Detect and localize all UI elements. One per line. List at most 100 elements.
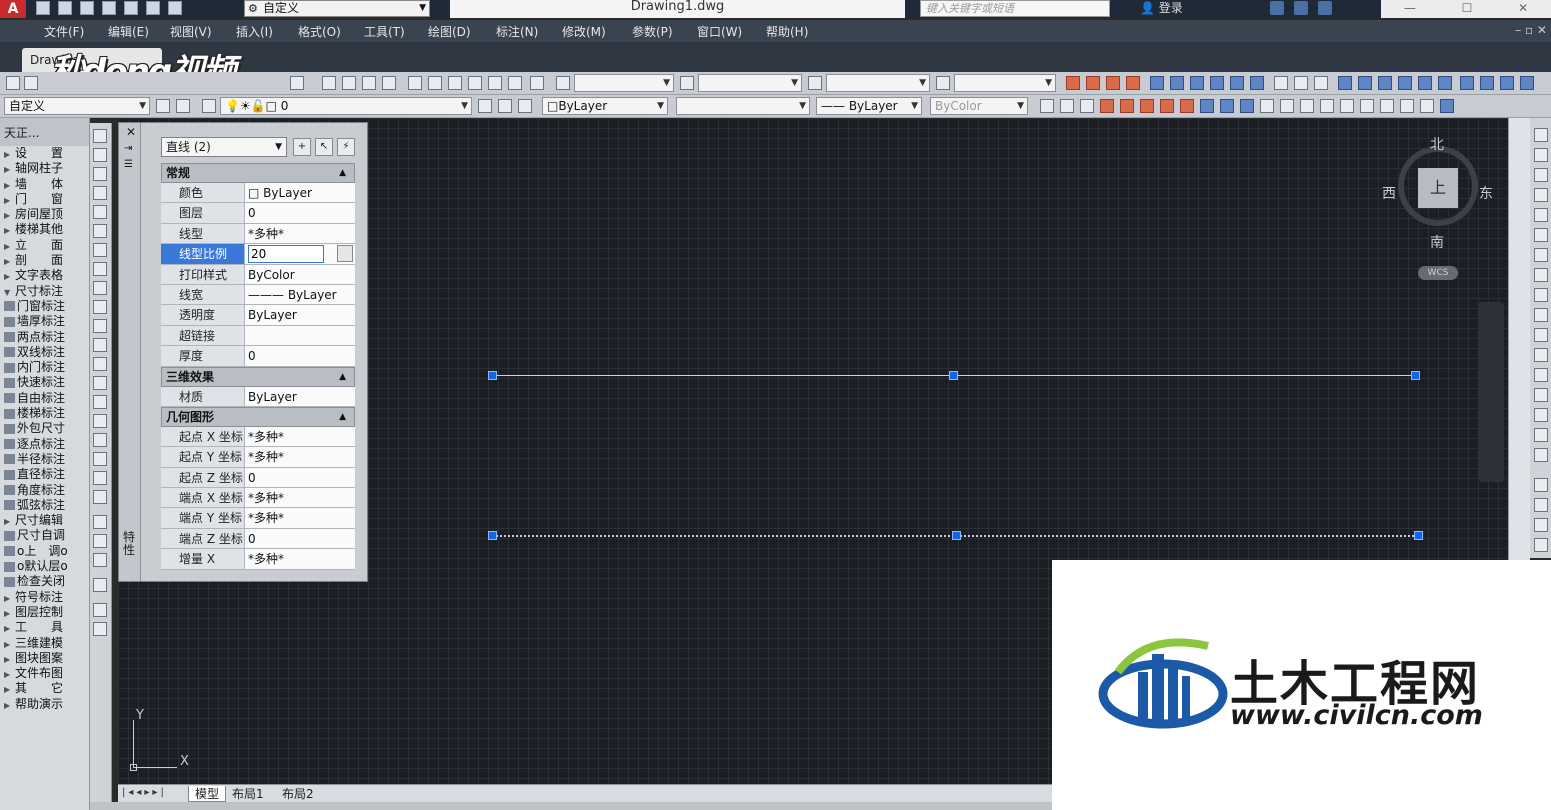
screen-menu-item[interactable]: 两点标注: [0, 330, 89, 345]
mirror-icon[interactable]: [1534, 168, 1548, 182]
menu-view[interactable]: 视图(V): [170, 23, 212, 40]
screen-menu-item[interactable]: ▶ 剖 面: [0, 253, 89, 268]
modify-tool-icon[interactable]: [93, 515, 107, 529]
screen-menu-item[interactable]: 楼梯标注: [0, 406, 89, 421]
document-window-controls[interactable]: – ▫ ✕: [1515, 23, 1547, 37]
screen-menu-item[interactable]: 角度标注: [0, 483, 89, 498]
modify-tool-icon[interactable]: [1500, 76, 1514, 90]
screen-menu-item[interactable]: ▶ 尺寸编辑: [0, 513, 89, 528]
modify-tool-icon[interactable]: [1520, 76, 1534, 90]
save-icon[interactable]: [80, 1, 94, 15]
tangent-tool-icon[interactable]: [1200, 99, 1214, 113]
make-current-layer-icon[interactable]: [478, 99, 492, 113]
modify-tool-icon[interactable]: [1460, 76, 1474, 90]
add-selected-icon[interactable]: [93, 490, 107, 504]
markup-icon[interactable]: [488, 76, 502, 90]
workspace-save-icon[interactable]: [176, 99, 190, 113]
property-value[interactable]: 0: [245, 467, 355, 488]
make-block-icon[interactable]: [93, 357, 107, 371]
tangent-tool-icon[interactable]: [1440, 99, 1454, 113]
zoom-window-icon[interactable]: [362, 76, 376, 90]
property-row[interactable]: 颜色 □ ByLayer: [161, 183, 355, 204]
dimension-tool-icon[interactable]: [1358, 76, 1372, 90]
linetype-scale-input[interactable]: [248, 245, 324, 264]
screen-menu-item[interactable]: ▶ 房间屋顶: [0, 207, 89, 222]
redo-icon[interactable]: [290, 76, 304, 90]
new-icon[interactable]: [6, 76, 20, 90]
properties-titlebar[interactable]: ✕ ⇥ ☰ 特性: [119, 123, 141, 581]
property-value[interactable]: *多种*: [245, 488, 355, 508]
fillet-icon[interactable]: [1534, 408, 1548, 422]
gradient-icon[interactable]: [93, 414, 107, 428]
design-center-icon[interactable]: [428, 76, 442, 90]
screen-menu-item[interactable]: 双线标注: [0, 345, 89, 360]
screen-menu-item[interactable]: ▶ 墙 体: [0, 177, 89, 192]
property-value[interactable]: 0: [245, 203, 355, 223]
tangent-tool-icon[interactable]: [1040, 99, 1054, 113]
screen-menu-item[interactable]: ▶ 帮助演示: [0, 697, 89, 712]
screen-menu-item[interactable]: ▶ 门 窗: [0, 192, 89, 207]
table-style-dropdown[interactable]: ▼: [826, 74, 930, 92]
tangent-tool-icon[interactable]: [1100, 99, 1114, 113]
tool-palettes-icon[interactable]: [448, 76, 462, 90]
polygon-icon[interactable]: [93, 186, 107, 200]
pan-icon[interactable]: [322, 76, 336, 90]
help-icon[interactable]: [1318, 1, 1332, 15]
insert-block-icon[interactable]: [93, 338, 107, 352]
quick-calc-icon[interactable]: [337, 245, 353, 263]
grip-handle[interactable]: [488, 371, 497, 380]
wcs-menu[interactable]: WCS: [1418, 266, 1458, 280]
quick-select-icon[interactable]: ⚡: [337, 138, 355, 156]
login-button[interactable]: 👤 登录: [1140, 0, 1260, 18]
property-row[interactable]: 起点 Y 坐标 *多种*: [161, 447, 355, 468]
layer-previous-icon[interactable]: [498, 99, 512, 113]
maximize-icon[interactable]: ☐: [1462, 0, 1473, 18]
tangent-tool-icon[interactable]: [1140, 99, 1154, 113]
screen-menu-item[interactable]: 检查关闭: [0, 574, 89, 589]
screen-menu-item[interactable]: ▶ 设 置: [0, 146, 89, 161]
screen-menu-item[interactable]: 内门标注: [0, 360, 89, 375]
compass-north[interactable]: 北: [1430, 134, 1444, 154]
extend-icon[interactable]: [1534, 328, 1548, 342]
viewcube-top-face[interactable]: 上: [1418, 168, 1458, 208]
property-value[interactable]: *多种*: [245, 508, 355, 528]
circle-icon[interactable]: [93, 243, 107, 257]
layer-properties-icon[interactable]: [202, 99, 216, 113]
screen-menu-item[interactable]: o上 调o: [0, 544, 89, 559]
dimension-tool-icon[interactable]: [1066, 76, 1080, 90]
tab-layout2[interactable]: 布局2: [276, 786, 320, 802]
property-value[interactable]: [245, 325, 355, 346]
join-icon[interactable]: [1534, 368, 1548, 382]
property-row[interactable]: 材质 ByLayer: [161, 386, 355, 407]
property-section-header[interactable]: 三维效果 ▲: [161, 366, 355, 387]
construction-line-icon[interactable]: [93, 148, 107, 162]
point-icon[interactable]: [93, 376, 107, 390]
sheet-set-icon[interactable]: [468, 76, 482, 90]
compass-east[interactable]: 东: [1479, 183, 1493, 203]
tangent-tool-icon[interactable]: [1340, 99, 1354, 113]
spline-icon[interactable]: [93, 281, 107, 295]
new-file-icon[interactable]: [36, 1, 50, 15]
break-icon[interactable]: [1534, 348, 1548, 362]
search-input[interactable]: 键入关键字或短语: [920, 0, 1110, 17]
screen-menu-item[interactable]: ▶ 三维建模: [0, 636, 89, 651]
compass-south[interactable]: 南: [1430, 232, 1444, 252]
property-row[interactable]: 起点 X 坐标 *多种*: [161, 426, 355, 448]
tab-nav-arrows[interactable]: |◂◂▸▸|: [122, 787, 167, 798]
zoom-realtime-icon[interactable]: [342, 76, 356, 90]
region-icon[interactable]: [93, 433, 107, 447]
layer-dropdown[interactable]: 💡☀🔓□ 0 ▼: [220, 97, 472, 115]
property-value[interactable]: ByLayer: [245, 305, 355, 325]
dimension-tool-icon[interactable]: [1338, 76, 1352, 90]
dimension-tool-icon[interactable]: [1378, 76, 1392, 90]
dimension-tool-icon[interactable]: [1086, 76, 1100, 90]
dimension-tool-icon[interactable]: [1314, 76, 1328, 90]
property-row[interactable]: 端点 Z 坐标 0: [161, 528, 355, 550]
tangent-tool-icon[interactable]: [1080, 99, 1094, 113]
multileader-style-icon[interactable]: [936, 76, 950, 90]
erase-icon[interactable]: [1534, 128, 1548, 142]
property-value[interactable]: □ ByLayer: [245, 183, 355, 203]
screen-menu-item[interactable]: 尺寸自调: [0, 528, 89, 543]
property-row[interactable]: 增量 X *多种*: [161, 549, 355, 570]
explode-icon[interactable]: [1534, 448, 1548, 462]
